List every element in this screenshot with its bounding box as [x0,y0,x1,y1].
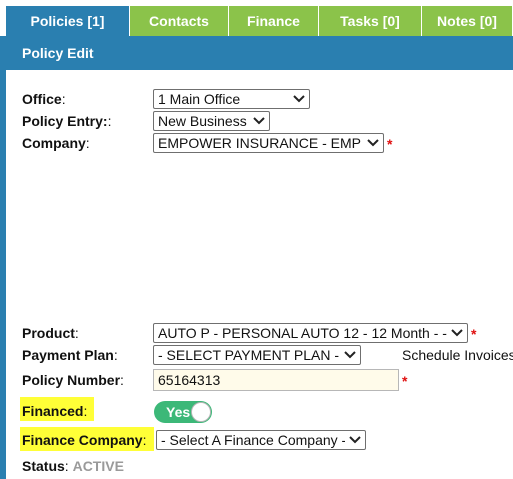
product-select-value: AUTO P - PERSONAL AUTO 12 - 12 Month - - [158,325,447,341]
payment-plan-select[interactable]: - SELECT PAYMENT PLAN - [153,345,361,365]
tab-policies[interactable]: Policies [1] [6,6,130,36]
office-select-value: 1 Main Office [158,91,241,107]
company-select[interactable]: EMPOWER INSURANCE - EMP [153,133,384,153]
tab-label: Policies [1] [30,13,105,29]
payment-plan-label: Payment Plan: [22,347,118,363]
tab-label: Tasks [0] [340,13,400,29]
chevron-down-icon [451,327,463,339]
tab-tasks[interactable]: Tasks [0] [319,6,422,36]
chevron-down-icon [344,349,356,361]
tab-label: Notes [0] [437,13,497,29]
payment-plan-select-value: - SELECT PAYMENT PLAN - [158,347,340,363]
finance-company-select-value: - Select A Finance Company - [161,432,345,448]
status-row: Status: ACTIVE [22,458,124,474]
financed-toggle-label: Yes [166,404,191,420]
panel-title: Policy Edit [22,45,94,61]
product-label: Product: [22,325,79,341]
policy-number-input[interactable]: 65164313 [153,369,399,391]
financed-toggle[interactable]: Yes [154,401,212,423]
policy-number-value: 65164313 [158,372,221,388]
office-label: Office: [22,91,66,107]
office-select[interactable]: 1 Main Office [153,89,310,109]
chevron-down-icon [349,434,361,446]
financed-label: Financed: [22,403,88,419]
policy-number-required-marker: * [402,373,408,389]
tab-finance[interactable]: Finance [229,6,319,36]
chevron-down-icon [253,115,265,127]
company-required-marker: * [387,136,393,152]
finance-company-select[interactable]: - Select A Finance Company - [156,430,366,450]
company-select-value: EMPOWER INSURANCE - EMP [158,135,362,151]
policy-entry-select[interactable]: New Business [153,111,270,131]
toggle-knob [191,402,211,422]
tab-label: Contacts [149,13,209,29]
product-select[interactable]: AUTO P - PERSONAL AUTO 12 - 12 Month - - [153,323,468,343]
product-required-marker: * [471,326,477,342]
tab-contacts[interactable]: Contacts [130,6,229,36]
tab-bar: Policies [1] Contacts Finance Tasks [0] … [0,0,513,36]
tab-notes[interactable]: Notes [0] [422,6,513,36]
policy-entry-select-value: New Business [158,113,247,129]
tab-label: Finance [247,13,300,29]
schedule-invoices-link[interactable]: Schedule Invoices [402,347,513,363]
policy-number-label: Policy Number: [22,372,124,388]
chevron-down-icon [293,93,305,105]
policy-entry-label: Policy Entry:: [22,113,112,129]
chevron-down-icon [367,137,379,149]
status-value: ACTIVE [72,458,124,474]
company-label: Company: [22,135,90,151]
finance-company-label: Finance Company: [22,432,147,448]
